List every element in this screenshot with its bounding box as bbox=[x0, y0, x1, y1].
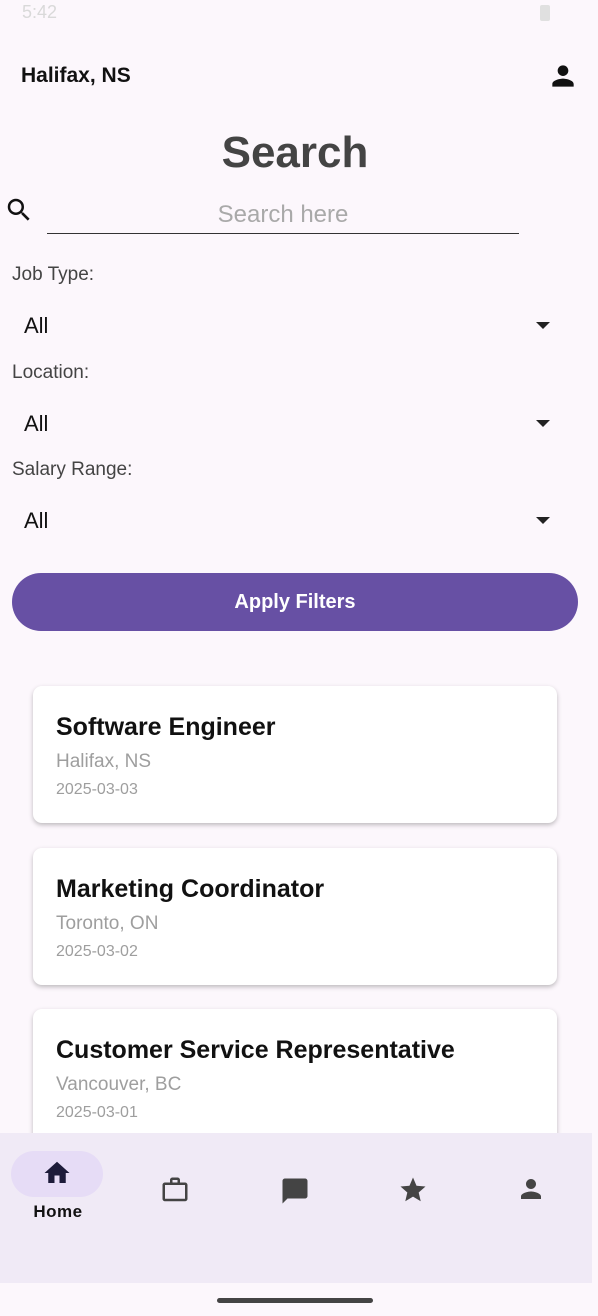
location-value: All bbox=[24, 411, 49, 436]
star-icon bbox=[398, 1175, 428, 1210]
salary-range-value: All bbox=[24, 508, 49, 533]
nav-item-jobs[interactable] bbox=[130, 1133, 222, 1213]
page-title: Search bbox=[221, 128, 369, 177]
status-bar: 5:42 bbox=[0, 0, 598, 28]
nav-item-home[interactable]: Home bbox=[11, 1133, 104, 1221]
nav-item-profile[interactable] bbox=[486, 1133, 578, 1213]
current-location: Halifax, NS bbox=[21, 64, 131, 87]
job-location: Halifax, NS bbox=[56, 751, 152, 772]
gesture-handle[interactable] bbox=[217, 1298, 373, 1303]
job-title: Marketing Coordinator bbox=[56, 875, 325, 903]
dropdown-arrow-icon bbox=[536, 420, 550, 427]
job-type-value: All bbox=[24, 313, 49, 338]
job-date: 2025-03-01 bbox=[56, 1104, 138, 1121]
briefcase-icon bbox=[160, 1175, 190, 1210]
job-card[interactable]: Software Engineer Halifax, NS 2025-03-03 bbox=[33, 686, 557, 823]
person-icon bbox=[516, 1174, 546, 1209]
battery-icon bbox=[540, 5, 550, 21]
salary-range-select[interactable]: All bbox=[12, 500, 568, 540]
job-date: 2025-03-03 bbox=[56, 781, 138, 798]
dropdown-arrow-icon bbox=[536, 322, 550, 329]
job-title: Customer Service Representative bbox=[56, 1036, 455, 1064]
location-label: Location: bbox=[12, 362, 90, 383]
nav-label-home: Home bbox=[33, 1202, 83, 1221]
job-location: Vancouver, BC bbox=[56, 1074, 182, 1095]
job-type-select[interactable]: All bbox=[12, 305, 568, 345]
apply-filters-button[interactable]: Apply Filters bbox=[12, 573, 578, 631]
chat-icon bbox=[280, 1176, 310, 1211]
profile-icon[interactable] bbox=[547, 60, 579, 92]
location-select[interactable]: All bbox=[12, 403, 568, 443]
job-list[interactable]: Software Engineer Halifax, NS 2025-03-03… bbox=[0, 660, 598, 1133]
job-card[interactable]: Customer Service Representative Vancouve… bbox=[33, 1009, 557, 1133]
bottom-nav: Home bbox=[0, 1133, 592, 1283]
nav-item-favorites[interactable] bbox=[368, 1133, 460, 1213]
nav-item-messages[interactable] bbox=[250, 1133, 342, 1213]
job-title: Software Engineer bbox=[56, 713, 276, 741]
salary-range-label: Salary Range: bbox=[12, 459, 133, 480]
status-time: 5:42 bbox=[22, 2, 58, 22]
search-icon bbox=[4, 195, 34, 225]
home-icon bbox=[42, 1158, 72, 1193]
job-date: 2025-03-02 bbox=[56, 943, 138, 960]
job-type-label: Job Type: bbox=[12, 264, 95, 285]
job-card[interactable]: Marketing Coordinator Toronto, ON 2025-0… bbox=[33, 848, 557, 985]
search-input[interactable] bbox=[47, 196, 519, 234]
dropdown-arrow-icon bbox=[536, 517, 550, 524]
job-location: Toronto, ON bbox=[56, 913, 159, 934]
